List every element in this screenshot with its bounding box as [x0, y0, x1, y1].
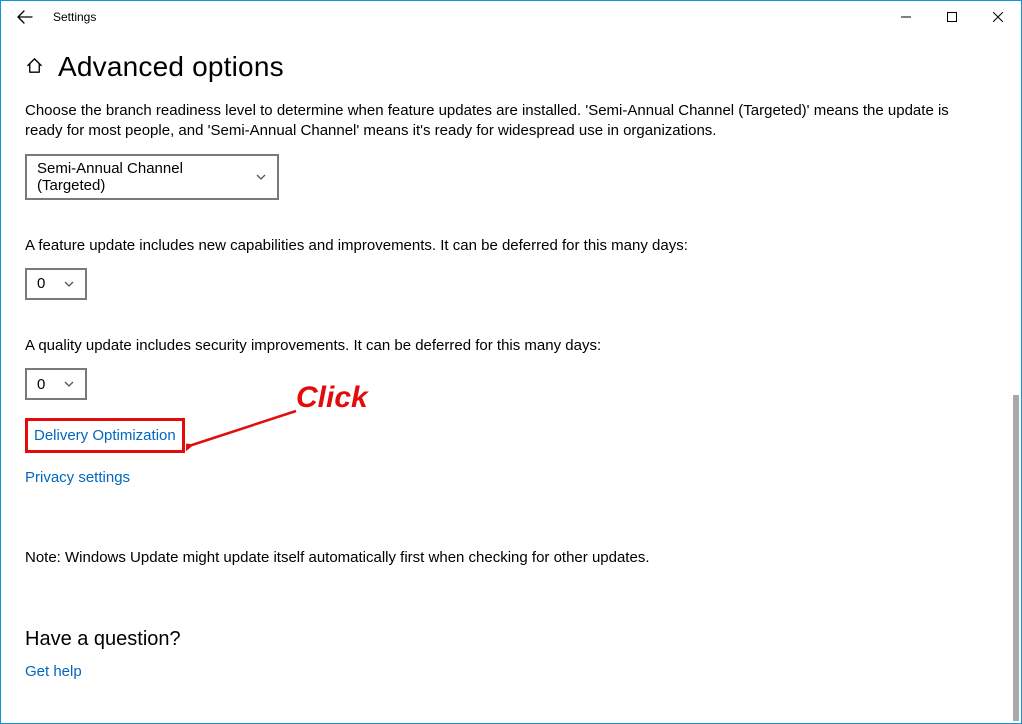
branch-readiness-dropdown[interactable]: Semi-Annual Channel (Targeted) — [25, 154, 279, 200]
titlebar: Settings — [1, 1, 1021, 33]
question-heading: Have a question? — [25, 628, 997, 651]
settings-window: Settings Advanced options Choose the bra… — [0, 0, 1022, 724]
feature-defer-value: 0 — [37, 275, 45, 292]
annotation-highlight-box: Delivery Optimization — [25, 418, 185, 453]
maximize-icon — [947, 12, 957, 22]
window-title: Settings — [53, 10, 96, 24]
note-text: Note: Windows Update might update itself… — [25, 548, 985, 568]
feature-defer-dropdown[interactable]: 0 — [25, 268, 87, 300]
scrollbar[interactable] — [1011, 35, 1019, 721]
quality-defer-dropdown[interactable]: 0 — [25, 368, 87, 400]
delivery-optimization-link[interactable]: Delivery Optimization — [34, 425, 176, 446]
feature-update-text: A feature update includes new capabiliti… — [25, 236, 985, 256]
window-controls — [883, 1, 1021, 33]
back-arrow-icon — [17, 9, 33, 25]
minimize-icon — [901, 12, 911, 22]
quality-defer-value: 0 — [37, 376, 45, 393]
content-area: Advanced options Choose the branch readi… — [1, 33, 1021, 723]
get-help-link[interactable]: Get help — [25, 661, 82, 682]
minimize-button[interactable] — [883, 1, 929, 33]
chevron-down-icon — [63, 278, 75, 290]
scrollbar-thumb[interactable] — [1013, 395, 1019, 721]
close-icon — [993, 12, 1003, 22]
page-header: Advanced options — [25, 51, 997, 83]
close-button[interactable] — [975, 1, 1021, 33]
quality-update-text: A quality update includes security impro… — [25, 336, 985, 356]
back-button[interactable] — [1, 1, 49, 33]
chevron-down-icon — [255, 171, 267, 183]
page-title: Advanced options — [58, 51, 284, 83]
chevron-down-icon — [63, 378, 75, 390]
intro-text: Choose the branch readiness level to det… — [25, 101, 985, 142]
annotation-label: Click — [296, 381, 368, 415]
privacy-settings-link[interactable]: Privacy settings — [25, 467, 130, 488]
branch-dropdown-value: Semi-Annual Channel (Targeted) — [37, 160, 245, 194]
home-icon[interactable] — [25, 56, 44, 79]
maximize-button[interactable] — [929, 1, 975, 33]
